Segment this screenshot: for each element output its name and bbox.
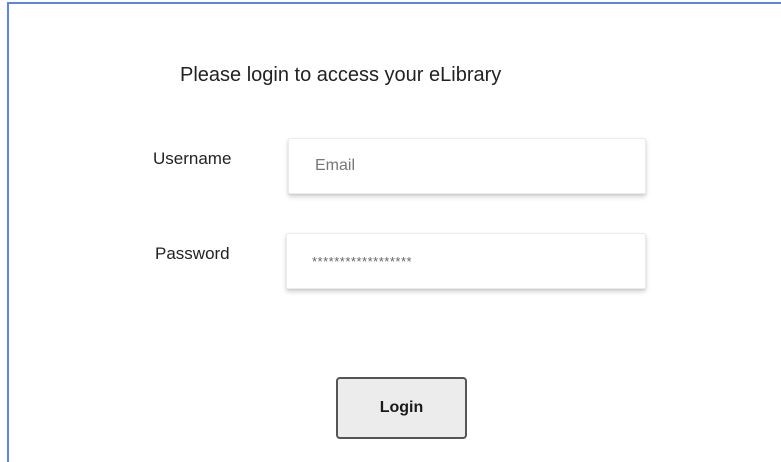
password-field[interactable]: ****************** <box>286 233 646 289</box>
username-label: Username <box>153 149 232 168</box>
login-button[interactable]: Login <box>336 377 467 439</box>
password-label: Password <box>155 244 230 263</box>
password-masked-value: ****************** <box>312 253 413 269</box>
username-field[interactable]: Email <box>288 138 646 194</box>
username-placeholder: Email <box>315 157 356 174</box>
login-heading: Please login to access your eLibrary <box>180 64 502 86</box>
